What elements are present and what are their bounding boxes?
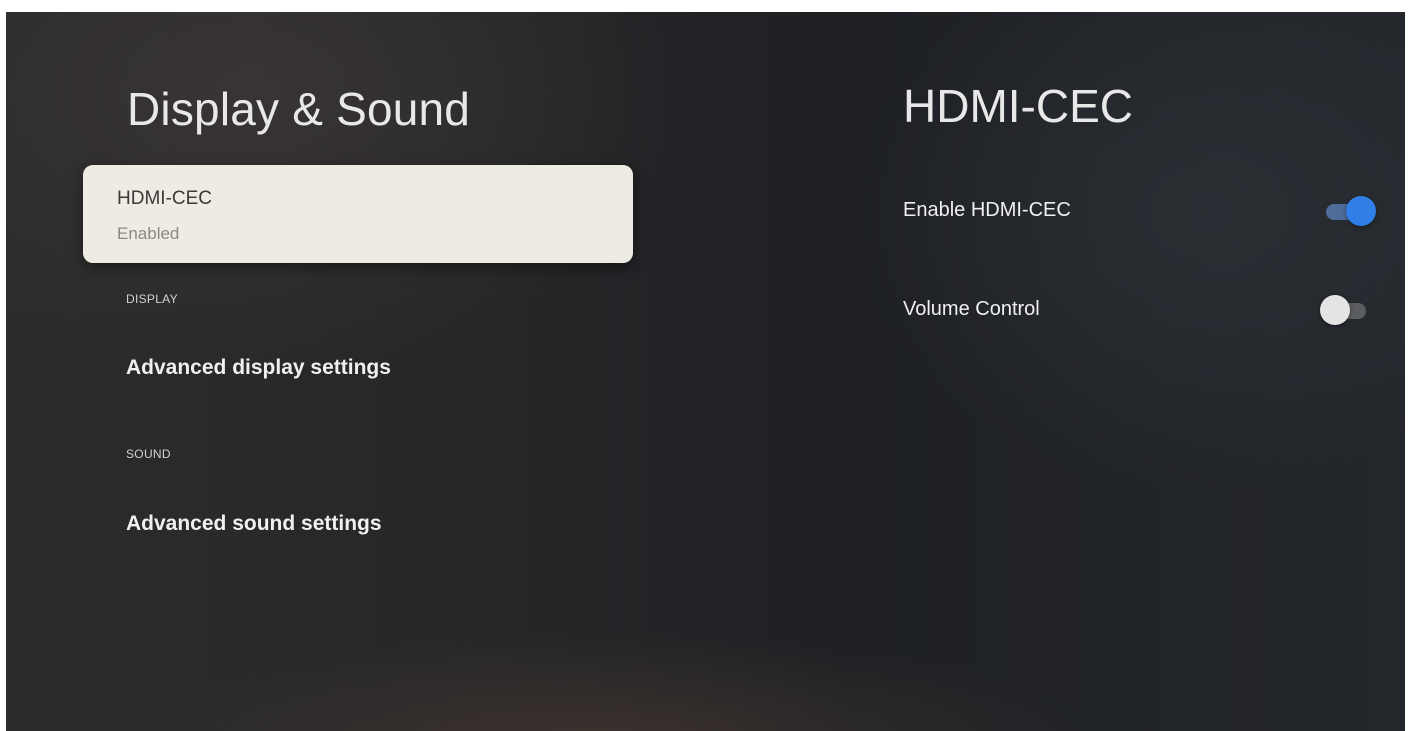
setting-enable-hdmi-cec-label: Enable HDMI-CEC	[903, 199, 1071, 221]
section-label-display: DISPLAY	[126, 292, 178, 306]
menu-item-advanced-display-settings[interactable]: Advanced display settings	[126, 356, 391, 380]
toggle-thumb	[1320, 295, 1350, 325]
menu-item-hdmi-cec-title: HDMI-CEC	[117, 188, 212, 209]
menu-item-advanced-sound-settings[interactable]: Advanced sound settings	[126, 512, 382, 536]
toggle-thumb	[1346, 196, 1376, 226]
page-title: Display & Sound	[127, 83, 471, 135]
setting-volume-control[interactable]: Volume Control	[886, 282, 1376, 338]
menu-item-hdmi-cec[interactable]: HDMI-CEC Enabled	[83, 165, 633, 263]
setting-enable-hdmi-cec[interactable]: Enable HDMI-CEC	[886, 183, 1376, 239]
detail-panel-title: HDMI-CEC	[903, 80, 1133, 132]
menu-item-hdmi-cec-status: Enabled	[117, 224, 180, 243]
volume-control-toggle[interactable]	[1320, 295, 1376, 325]
setting-volume-control-label: Volume Control	[903, 298, 1040, 320]
section-label-sound: SOUND	[126, 447, 171, 461]
tv-settings-screen: Display & Sound HDMI-CEC Enabled DISPLAY…	[6, 12, 1405, 731]
enable-hdmi-cec-toggle[interactable]	[1320, 196, 1376, 226]
